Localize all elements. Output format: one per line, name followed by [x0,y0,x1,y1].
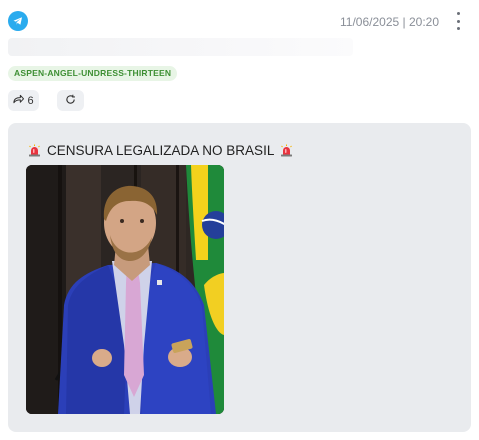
forward-icon [13,94,25,107]
message-bubble: CENSURA LEGALIZADA NO BRASIL [8,123,471,432]
forward-button[interactable]: 6 [8,90,39,111]
blurred-text-placeholder [8,38,353,56]
telegram-icon[interactable] [8,11,28,31]
channel-tag[interactable]: ASPEN-ANGEL-UNDRESS-THIRTEEN [8,66,178,81]
forward-count: 6 [27,94,34,107]
post-timestamp: 11/06/2025 | 20:20 [340,15,439,29]
message-photo[interactable] [26,165,224,414]
post-header: 11/06/2025 | 20:20 [0,0,479,40]
siren-icon [28,144,41,157]
message-text-line: CENSURA LEGALIZADA NO BRASIL [28,143,293,158]
refresh-button[interactable] [57,90,84,111]
message-text: CENSURA LEGALIZADA NO BRASIL [47,143,275,158]
refresh-icon [65,94,76,108]
kebab-menu-icon[interactable] [455,12,461,30]
siren-icon [280,144,293,157]
